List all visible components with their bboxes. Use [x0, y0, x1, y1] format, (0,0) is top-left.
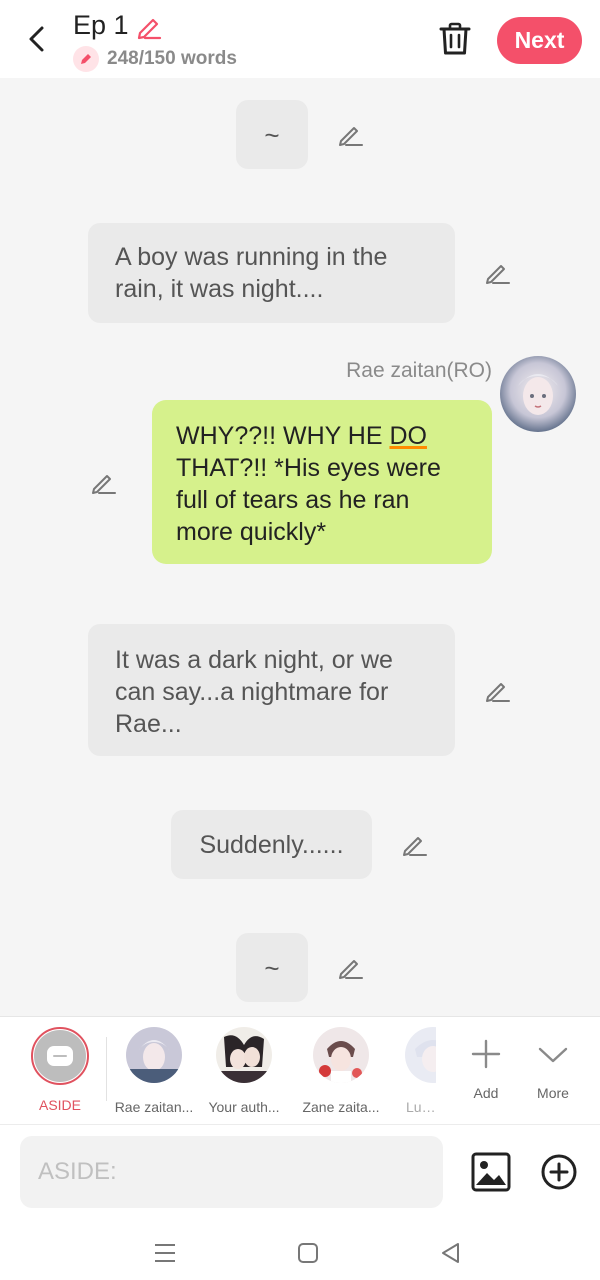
dialogue-text: THAT?!! *His eyes were full of tears as … [176, 454, 441, 546]
aside-input[interactable] [20, 1136, 443, 1208]
character-author[interactable]: Your auth... [199, 1027, 289, 1115]
character-luca[interactable]: Luca [390, 1027, 436, 1115]
back-triangle-icon[interactable] [438, 1240, 464, 1266]
edit-pencil-icon[interactable] [399, 829, 429, 859]
spell-check-marker[interactable]: , [157, 275, 164, 303]
aside-selected-ring [31, 1027, 89, 1085]
edit-pencil-icon[interactable] [335, 952, 365, 982]
narration-text: It was a dark night, or we can say...a n… [115, 646, 393, 738]
character-avatar [405, 1027, 436, 1083]
aside-text: ~ [264, 952, 280, 983]
narration-bubble[interactable]: A boy was running in the rain, it was ni… [88, 223, 455, 323]
narration-line: rain, it was night.... [115, 273, 428, 305]
aside-bubble[interactable]: ~ [236, 100, 308, 169]
character-label: Luca [406, 1099, 436, 1115]
aside-avatar [34, 1030, 86, 1082]
back-arrow-icon[interactable] [20, 22, 54, 56]
more-button[interactable]: More [508, 1027, 598, 1101]
character-aside[interactable]: ASIDE [15, 1027, 105, 1113]
aside-bubble[interactable]: ~ [236, 933, 308, 1002]
character-label: Zane zaita... [302, 1099, 380, 1115]
character-avatar [126, 1027, 182, 1083]
narration-line: A boy was running in the [115, 243, 388, 271]
aside-text: ~ [264, 119, 280, 150]
pencil-icon [81, 54, 91, 64]
dialogue-underlined-word[interactable]: DO [389, 422, 427, 450]
speaker-name: Rae zaitan(RO) [346, 359, 492, 382]
plus-icon [471, 1039, 501, 1069]
narration-word: rain [115, 275, 157, 303]
next-button[interactable]: Next [497, 17, 582, 64]
character-avatar [216, 1027, 272, 1083]
home-icon[interactable] [295, 1240, 321, 1266]
edit-pencil-icon[interactable] [482, 257, 512, 287]
edit-pencil-icon[interactable] [482, 675, 512, 705]
episode-title[interactable]: Ep 1 [73, 10, 129, 41]
episode-title-row[interactable]: Ep 1 [73, 10, 163, 41]
trash-icon[interactable] [436, 20, 474, 58]
edit-pencil-icon[interactable] [335, 119, 365, 149]
character-portrait-image [500, 356, 576, 432]
narration-word: it was night.... [163, 275, 324, 303]
plus-circle-icon[interactable] [540, 1153, 578, 1191]
dialogue-text: WHY??!! WHY HE [176, 422, 390, 450]
edit-pencil-icon[interactable] [88, 467, 118, 497]
dialogue-bubble[interactable]: WHY??!! WHY HE DO THAT?!! *His eyes were… [152, 400, 492, 564]
character-portrait-image [216, 1027, 272, 1083]
more-label: More [537, 1085, 569, 1101]
speaker-avatar[interactable] [500, 356, 576, 432]
narration-text: Suddenly...... [199, 830, 344, 859]
word-count-pencil-badge [73, 46, 99, 72]
image-icon[interactable] [470, 1151, 512, 1193]
character-portrait-image [405, 1027, 436, 1083]
character-selector: ASIDE Rae zaitan... Your auth... Zane za… [0, 1016, 600, 1124]
menu-icon[interactable] [152, 1240, 178, 1266]
word-count-row: 248/150 words [73, 46, 237, 72]
character-rae[interactable]: Rae zaitan... [109, 1027, 199, 1115]
narration-bubble[interactable]: It was a dark night, or we can say...a n… [88, 624, 455, 756]
character-portrait-image [126, 1027, 182, 1083]
system-nav-bar [0, 1224, 600, 1280]
chat-bubble-icon [47, 1046, 73, 1066]
character-zane[interactable]: Zane zaita... [296, 1027, 386, 1115]
character-avatar [313, 1027, 369, 1083]
chevron-down-icon [538, 1047, 568, 1063]
character-label: Rae zaitan... [114, 1099, 194, 1115]
character-label: ASIDE [38, 1097, 81, 1113]
composer [0, 1124, 600, 1224]
top-bar: Ep 1 248/150 words Next [0, 0, 600, 78]
divider [106, 1037, 107, 1101]
edit-title-pencil-icon[interactable] [135, 12, 163, 40]
narration-bubble[interactable]: Suddenly...... [171, 810, 372, 879]
character-label: Your auth... [208, 1099, 280, 1115]
word-count-text: 248/150 words [107, 48, 237, 69]
character-portrait-image [313, 1027, 369, 1083]
